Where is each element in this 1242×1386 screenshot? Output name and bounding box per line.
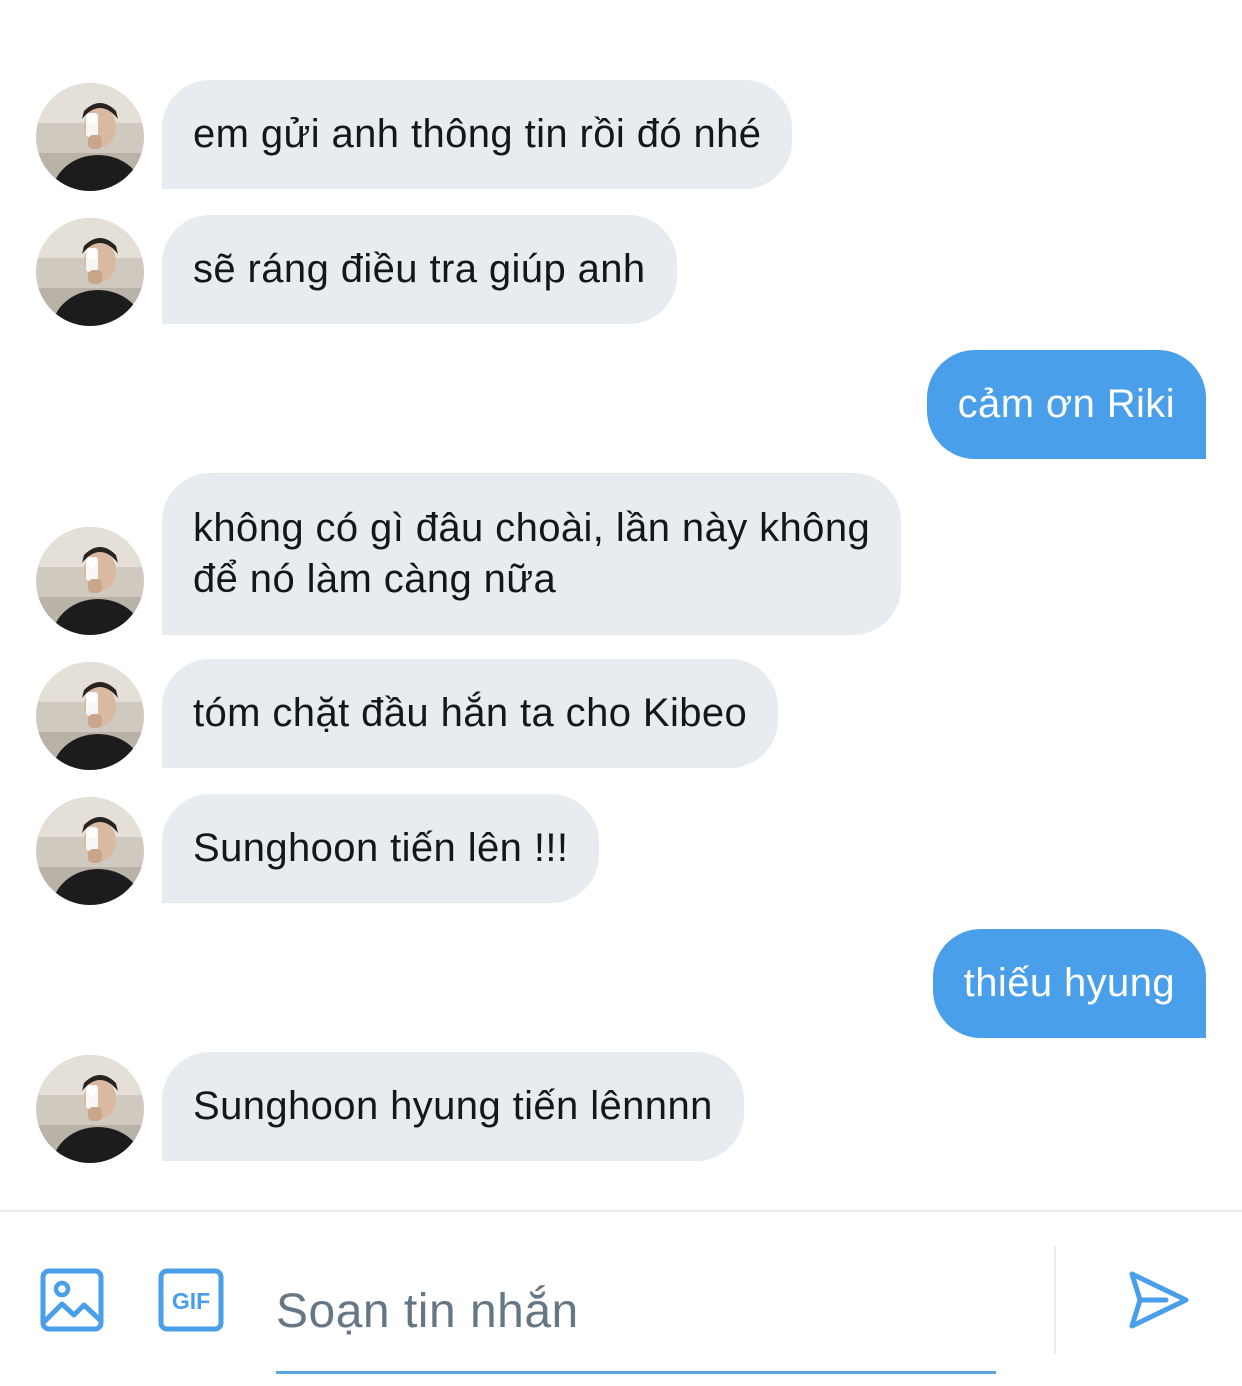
message-thread: em gửi anh thông tin rồi đó nhé sẽ ráng … [0, 0, 1242, 1210]
message-input-placeholder: Soạn tin nhắn [276, 1285, 579, 1338]
sender-avatar[interactable] [36, 662, 144, 770]
message-bubble[interactable]: tóm chặt đầu hắn ta cho Kibeo [162, 659, 779, 768]
avatar-photo [36, 218, 144, 326]
message-line: không có gì đâu choài, lần này không [193, 506, 871, 550]
sender-avatar[interactable] [36, 797, 144, 905]
message-bubble-outgoing[interactable]: thiếu hyung [932, 929, 1206, 1038]
avatar-photo [36, 1055, 144, 1163]
gif-label: GIF [172, 1288, 210, 1314]
message-bubble-outgoing[interactable]: cảm ơn Riki [926, 350, 1206, 459]
sender-avatar[interactable] [36, 218, 144, 326]
image-icon[interactable] [40, 1268, 104, 1332]
avatar-photo [36, 527, 144, 635]
message-bubble[interactable]: không có gì đâu choài, lần này không để … [162, 473, 902, 635]
sender-avatar[interactable] [36, 83, 144, 191]
gif-icon[interactable]: GIF [158, 1268, 224, 1332]
message-bubble[interactable]: Sunghoon hyung tiến lênnnn [162, 1052, 744, 1161]
message-composer: GIF Soạn tin nhắn [0, 1210, 1242, 1386]
send-icon[interactable] [1126, 1268, 1190, 1332]
message-bubble[interactable]: Sunghoon tiến lên !!! [162, 794, 600, 903]
avatar-photo [36, 797, 144, 905]
sender-avatar[interactable] [36, 527, 144, 635]
avatar-photo [36, 662, 144, 770]
message-bubble[interactable]: sẽ ráng điều tra giúp anh [162, 215, 677, 324]
message-bubble[interactable]: em gửi anh thông tin rồi đó nhé [162, 80, 793, 189]
avatar-photo [36, 83, 144, 191]
composer-divider [1054, 1246, 1056, 1354]
message-input[interactable]: Soạn tin nhắn [276, 1272, 996, 1374]
message-line: để nó làm càng nữa [193, 557, 557, 601]
sender-avatar[interactable] [36, 1055, 144, 1163]
